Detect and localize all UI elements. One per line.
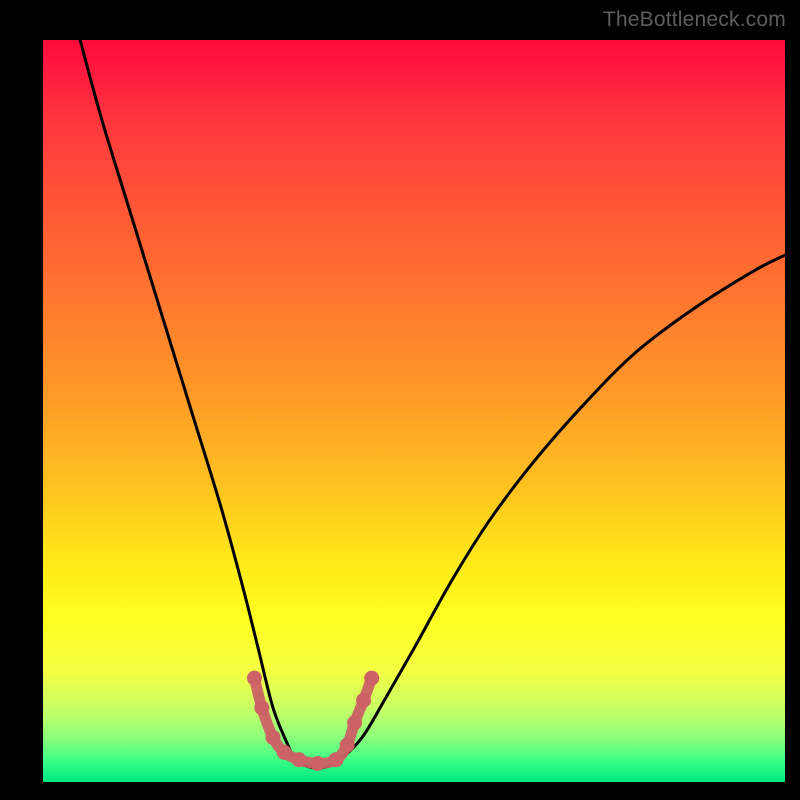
highlight-dot [266, 730, 281, 745]
chart-svg [43, 40, 785, 782]
highlight-dot [364, 671, 379, 686]
highlight-dot [329, 752, 344, 767]
plot-area [43, 40, 785, 782]
highlight-dot [291, 752, 306, 767]
bottleneck-curve [80, 40, 785, 768]
highlight-dot [347, 715, 362, 730]
highlight-dot [340, 737, 355, 752]
highlight-dot [254, 700, 269, 715]
highlight-dot [277, 745, 292, 760]
highlight-dot [247, 671, 262, 686]
highlight-dot [356, 693, 371, 708]
highlight-dot [310, 756, 325, 771]
watermark: TheBottleneck.com [603, 8, 786, 32]
chart-frame: TheBottleneck.com [0, 0, 800, 800]
